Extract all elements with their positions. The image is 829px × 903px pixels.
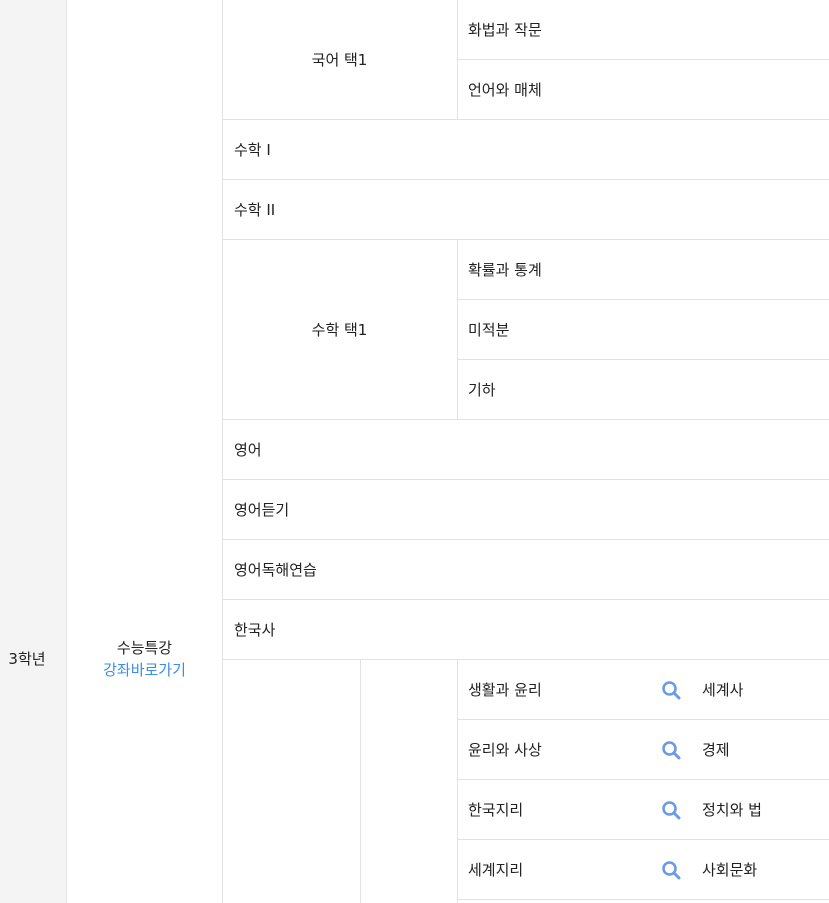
subject-society-culture: 사회문화 (702, 861, 758, 879)
subject-ethics-thought: 윤리와 사상 (468, 741, 542, 759)
subject-math-2: 수학 II (234, 201, 276, 219)
divider (457, 359, 829, 360)
search-icon[interactable] (661, 800, 681, 820)
subject-english: 영어 (234, 441, 262, 459)
subject-speech-writing: 화법과 작문 (468, 21, 542, 39)
group-korean-elective: 국어 택1 (311, 51, 368, 69)
subject-korean-geography: 한국지리 (468, 801, 524, 819)
divider (457, 660, 458, 903)
search-icon[interactable] (661, 860, 681, 880)
group-math-elective: 수학 택1 (311, 321, 368, 339)
divider (222, 179, 829, 180)
subject-language-media: 언어와 매체 (468, 81, 542, 99)
search-icon[interactable] (661, 740, 681, 760)
subject-calculus: 미적분 (468, 321, 510, 339)
search-icon[interactable] (661, 680, 681, 700)
subject-economics: 경제 (702, 741, 730, 759)
subject-korean-history: 한국사 (234, 621, 276, 639)
divider (222, 419, 829, 420)
grade-label: 3학년 (8, 650, 46, 668)
course-title: 수능특강 (116, 639, 173, 657)
grade-column: 3학년 (0, 0, 67, 903)
subject-world-history: 세계사 (702, 681, 744, 699)
subject-ethics-life: 생활과 윤리 (468, 681, 542, 699)
subject-world-geography: 세계지리 (468, 861, 524, 879)
course-shortcut-link[interactable]: 강좌바로가기 (67, 659, 222, 681)
divider (360, 660, 361, 903)
divider (457, 240, 458, 419)
course-column: 수능특강 강좌바로가기 (67, 0, 223, 903)
subject-probability-statistics: 확률과 통계 (468, 261, 542, 279)
subject-english-listening: 영어듣기 (234, 501, 290, 519)
subject-geometry: 기하 (468, 381, 496, 399)
subject-politics-law: 정치와 법 (702, 801, 762, 819)
subject-english-reading: 영어독해연습 (234, 561, 317, 579)
subject-math-1: 수학 I (234, 141, 271, 159)
divider (222, 479, 829, 480)
